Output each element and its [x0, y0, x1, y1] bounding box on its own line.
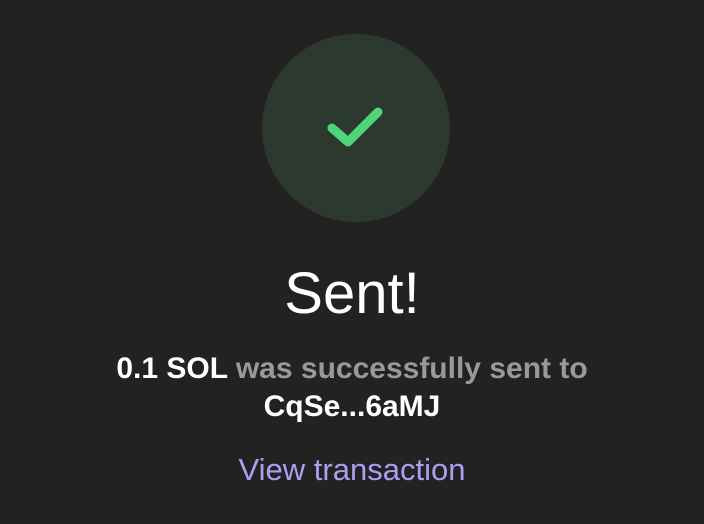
- sent-description: was successfully sent to: [235, 352, 588, 385]
- transaction-sent-screen: Sent! 0.1 SOL was successfully sent to C…: [0, 0, 704, 524]
- sent-amount: 0.1 SOL: [116, 352, 228, 385]
- recipient-address: CqSe...6aMJ: [263, 390, 441, 423]
- checkmark-icon: [327, 107, 383, 147]
- success-message: 0.1 SOL was successfully sent to CqSe...…: [0, 350, 704, 426]
- view-transaction-container: View transaction: [0, 450, 704, 490]
- success-circle: [262, 34, 450, 222]
- message-line-1: 0.1 SOL was successfully sent to: [0, 350, 704, 388]
- status-title: Sent!: [284, 261, 420, 326]
- view-transaction-link[interactable]: View transaction: [239, 452, 466, 487]
